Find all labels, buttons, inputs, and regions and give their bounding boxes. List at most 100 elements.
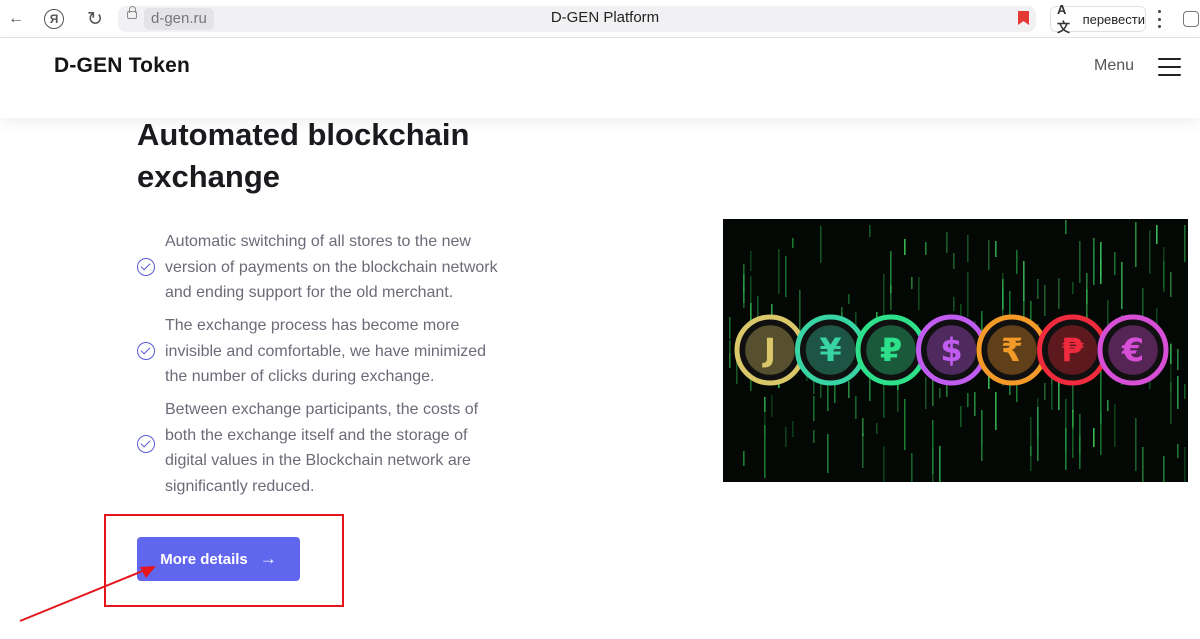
matrix-rain-streak <box>1114 404 1116 447</box>
heading-line-2: exchange <box>137 159 281 194</box>
translate-label: перевести <box>1082 11 1145 27</box>
matrix-rain-streak <box>1121 262 1123 309</box>
matrix-rain-streak <box>729 317 731 339</box>
lock-icon[interactable] <box>127 6 137 19</box>
currency-coin: $ <box>916 314 987 386</box>
matrix-rain-streak <box>729 340 731 353</box>
matrix-rain-streak <box>827 381 829 411</box>
matrix-rain-streak <box>939 446 941 482</box>
matrix-rain-streak <box>1184 225 1186 262</box>
matrix-rain-streak <box>995 392 997 430</box>
matrix-rain-streak <box>750 276 752 325</box>
matrix-rain-streak <box>778 249 780 294</box>
matrix-rain-streak <box>1030 417 1032 471</box>
matrix-rain-streak <box>1065 428 1067 470</box>
check-circle-icon <box>137 435 155 453</box>
matrix-rain-streak <box>1093 428 1095 447</box>
matrix-rain-streak <box>988 240 990 270</box>
translate-icon: A文 <box>1057 2 1071 35</box>
matrix-rain-streak <box>1100 371 1102 424</box>
matrix-rain-streak <box>1093 246 1095 282</box>
matrix-rain-streak <box>785 256 787 297</box>
matrix-rain-streak <box>932 420 934 474</box>
extension-icon[interactable] <box>1183 11 1199 27</box>
matrix-rain-streak <box>1037 279 1039 299</box>
coin-symbol: J <box>762 331 776 369</box>
site-logo[interactable]: D-GEN Token <box>54 54 190 78</box>
more-details-label: More details <box>160 550 248 568</box>
matrix-rain-streak <box>925 242 927 255</box>
feature-text: Between exchange participants, the costs… <box>165 401 479 495</box>
site-header: D-GEN Token Menu <box>0 38 1200 118</box>
matrix-rain-streak <box>827 434 829 473</box>
matrix-rain-streak <box>820 226 822 263</box>
hamburger-menu-icon[interactable] <box>1158 58 1181 76</box>
matrix-rain-streak <box>953 297 955 311</box>
matrix-rain-streak <box>925 377 927 409</box>
matrix-rain-streak <box>785 427 787 447</box>
matrix-rain-streak <box>792 421 794 437</box>
coin-symbol: ₱ <box>1061 331 1084 369</box>
matrix-rain-streak <box>862 433 864 468</box>
matrix-rain-streak <box>799 290 801 335</box>
feature-item: Automatic switching of all stores to the… <box>137 229 537 313</box>
matrix-rain-streak <box>1163 247 1165 288</box>
matrix-rain-streak <box>743 451 745 466</box>
matrix-rain-streak <box>981 410 983 445</box>
reload-icon[interactable]: ↻ <box>83 7 107 31</box>
check-circle-icon <box>137 342 155 360</box>
matrix-rain-streak <box>890 285 892 310</box>
matrix-rain-streak <box>1177 444 1179 458</box>
matrix-rain-streak <box>946 232 948 253</box>
matrix-rain-streak <box>1177 349 1179 370</box>
check-circle-icon <box>137 258 155 276</box>
arrow-right-icon: → <box>259 549 277 568</box>
matrix-rain-streak <box>939 388 941 398</box>
more-options-icon[interactable] <box>1152 10 1166 28</box>
currency-coin: ₽ <box>855 314 927 386</box>
matrix-rain-streak <box>743 274 745 308</box>
menu-label[interactable]: Menu <box>1094 57 1134 75</box>
matrix-rain-streak <box>750 251 752 271</box>
matrix-rain-streak <box>771 395 773 417</box>
matrix-rain-streak <box>1156 225 1158 244</box>
matrix-rain-streak <box>1002 279 1004 310</box>
coin-symbol: ₽ <box>880 331 902 369</box>
matrix-rain-streak <box>1023 261 1025 301</box>
matrix-rain-streak <box>1135 222 1137 267</box>
matrix-rain-streak <box>1079 241 1081 283</box>
back-arrow-icon[interactable]: ← <box>4 7 28 31</box>
matrix-rain-streak <box>911 453 913 482</box>
matrix-rain-streak <box>1058 278 1060 309</box>
matrix-rain-streak <box>792 238 794 248</box>
currency-coin: ₱ <box>1037 314 1108 386</box>
matrix-rain-streak <box>1114 252 1116 275</box>
matrix-rain-streak <box>967 272 969 317</box>
matrix-rain-streak <box>1177 376 1179 409</box>
matrix-rain-streak <box>883 446 885 482</box>
matrix-rain-streak <box>1079 435 1081 469</box>
coin-symbol: ₹ <box>1001 331 1023 369</box>
url-domain[interactable]: d-gen.ru <box>144 8 214 30</box>
yandex-icon[interactable]: Я <box>44 9 64 29</box>
matrix-rain-streak <box>1065 220 1067 234</box>
heading-line-1: Automated blockchain <box>137 117 470 152</box>
matrix-rain-streak <box>1107 400 1109 411</box>
browser-toolbar: ← Я ↻ d-gen.ru D-GEN Platform A文 перевес… <box>0 0 1200 38</box>
translate-button[interactable]: A文 перевести <box>1050 2 1146 35</box>
matrix-rain-streak <box>855 396 857 419</box>
matrix-rain-streak <box>1163 456 1165 482</box>
matrix-rain-streak <box>869 225 871 237</box>
currency-coin: J <box>734 314 806 386</box>
matrix-rain-streak <box>960 406 962 427</box>
matrix-rain-streak <box>848 381 850 398</box>
matrix-rain-streak <box>1016 250 1018 274</box>
currency-coin: € <box>1097 314 1169 386</box>
matrix-rain-streak <box>967 235 969 262</box>
matrix-rain-streak <box>1044 285 1046 316</box>
matrix-rain-streak <box>813 396 815 421</box>
section-heading: Automated blockchain exchange <box>137 114 557 198</box>
matrix-rain-streak <box>1184 384 1186 399</box>
matrix-rain-streak <box>911 277 913 289</box>
more-details-button[interactable]: More details → <box>137 537 300 581</box>
